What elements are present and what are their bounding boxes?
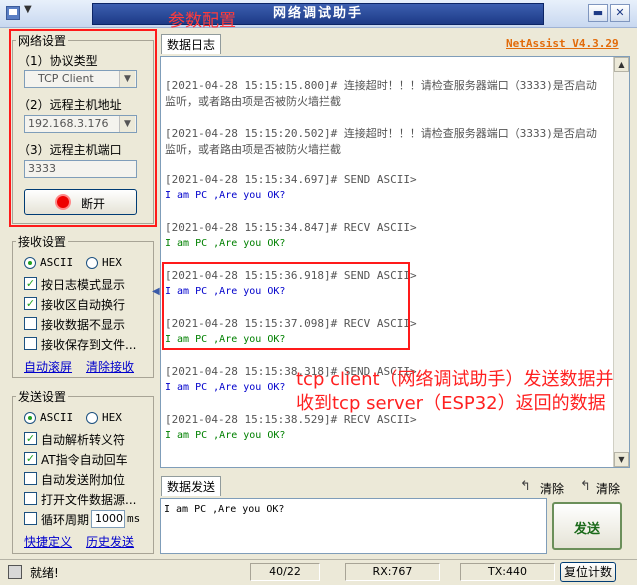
send-input[interactable]: I am PC ,Are you OK? [160, 498, 547, 554]
save-to-file-label: 接收保存到文件... [41, 338, 137, 352]
receive-settings-label: 接收设置 [16, 233, 69, 250]
tab-data-log[interactable]: 数据日志 [161, 34, 221, 54]
window-title: 网络调试助手 [92, 3, 544, 25]
log-entry: [2021-04-28 15:15:15.800]# 连接超时！！！请检查服务器… [165, 79, 597, 92]
clear-send-icon[interactable]: ↰ [520, 479, 531, 494]
escape-checkbox[interactable]: ✓ [24, 432, 37, 445]
log-entry: [2021-04-28 15:15:20.502]# 连接超时！！！请检查服务器… [165, 127, 597, 140]
scroll-up-icon[interactable]: ▲ [614, 57, 629, 72]
append-label: 自动发送附加位 [41, 473, 126, 487]
title-bar: ▼ 网络调试助手 ▬ ✕ [0, 0, 637, 28]
log-recv-data: I am PC ,Are you OK? [165, 430, 286, 441]
auto-scroll-link[interactable]: 自动滚屏 [24, 358, 72, 375]
at-crlf-label: AT指令自动回车 [41, 453, 128, 467]
log-sent-data: I am PC ,Are you OK? [165, 190, 286, 201]
log-mode-checkbox[interactable]: ✓ [24, 277, 37, 290]
log-entry-cont: 监听，或者路由项是否被防火墙拦截 [165, 95, 341, 108]
app-icon[interactable] [6, 6, 20, 20]
send-button-label: 发送 [573, 522, 600, 537]
cycle-unit: ms [127, 512, 141, 525]
log-recv-data: I am PC ,Are you OK? [165, 238, 286, 249]
send-hex-label: HEX [102, 411, 122, 424]
hide-recv-label: 接收数据不显示 [41, 318, 126, 332]
log-entry: [2021-04-28 15:15:34.847]# RECV ASCII> [165, 221, 417, 234]
scroll-down-icon[interactable]: ▼ [614, 452, 629, 467]
clear-log-button[interactable]: 清除 [596, 480, 620, 497]
file-source-label: 打开文件数据源... [41, 493, 137, 507]
log-mode-label: 按日志模式显示 [41, 278, 126, 292]
shortcut-link[interactable]: 快捷定义 [24, 533, 72, 550]
log-entry: [2021-04-28 15:15:34.697]# SEND ASCII> [165, 173, 417, 186]
send-ascii-radio[interactable] [24, 412, 36, 424]
history-link[interactable]: 历史发送 [86, 533, 134, 550]
at-crlf-checkbox[interactable]: ✓ [24, 452, 37, 465]
auto-wrap-label: 接收区自动换行 [41, 298, 126, 312]
status-icon [8, 565, 22, 579]
file-source-checkbox[interactable] [24, 492, 37, 505]
recv-hex-radio[interactable] [86, 257, 98, 269]
cycle-label: 循环周期 [41, 513, 90, 527]
brand-link[interactable]: NetAssist V4.3.29 [506, 37, 619, 50]
panel-collapse-icon[interactable]: ◀ [152, 286, 160, 297]
recv-ascii-label: ASCII [40, 256, 74, 269]
append-checkbox[interactable] [24, 472, 37, 485]
send-hex-radio[interactable] [86, 412, 98, 424]
hide-recv-checkbox[interactable] [24, 317, 37, 330]
auto-wrap-checkbox[interactable]: ✓ [24, 297, 37, 310]
clear-log-icon[interactable]: ↰ [580, 479, 591, 494]
send-settings-label: 发送设置 [16, 388, 69, 405]
recv-ascii-radio[interactable] [24, 257, 36, 269]
log-entry-cont: 监听，或者路由项是否被防火墙拦截 [165, 143, 341, 156]
status-bar: 就绪! 40/22 RX:767 TX:440 复位计数 [0, 559, 637, 585]
clear-recv-link[interactable]: 清除接收 [86, 358, 134, 375]
minimize-button[interactable]: ▬ [588, 4, 608, 22]
send-ascii-label: ASCII [40, 411, 74, 424]
system-menu-arrow-icon[interactable]: ▼ [24, 4, 32, 15]
annotation-highlight-box [9, 29, 157, 227]
reset-count-button[interactable]: 复位计数 [560, 562, 616, 582]
annotation-highlight-box [162, 262, 410, 350]
save-to-file-checkbox[interactable] [24, 337, 37, 350]
status-ready: 就绪! [30, 566, 59, 580]
status-ratio: 40/22 [250, 563, 320, 581]
clear-send-button[interactable]: 清除 [540, 480, 564, 497]
cycle-input[interactable]: 1000 [91, 510, 125, 528]
cycle-checkbox[interactable] [24, 512, 37, 525]
status-rx: RX:767 [345, 563, 440, 581]
status-tx: TX:440 [460, 563, 555, 581]
tab-data-send[interactable]: 数据发送 [161, 476, 221, 496]
log-sent-data: I am PC ,Are you OK? [165, 382, 286, 393]
annotation-params-label: 参数配置 [168, 11, 236, 31]
escape-label: 自动解析转义符 [41, 433, 126, 447]
recv-hex-label: HEX [102, 256, 122, 269]
close-button[interactable]: ✕ [610, 4, 630, 22]
annotation-description: tcp client（网络调试助手）发送数据并收到tcp server（ESP3… [296, 369, 614, 414]
send-button[interactable]: 发送 [552, 502, 622, 550]
